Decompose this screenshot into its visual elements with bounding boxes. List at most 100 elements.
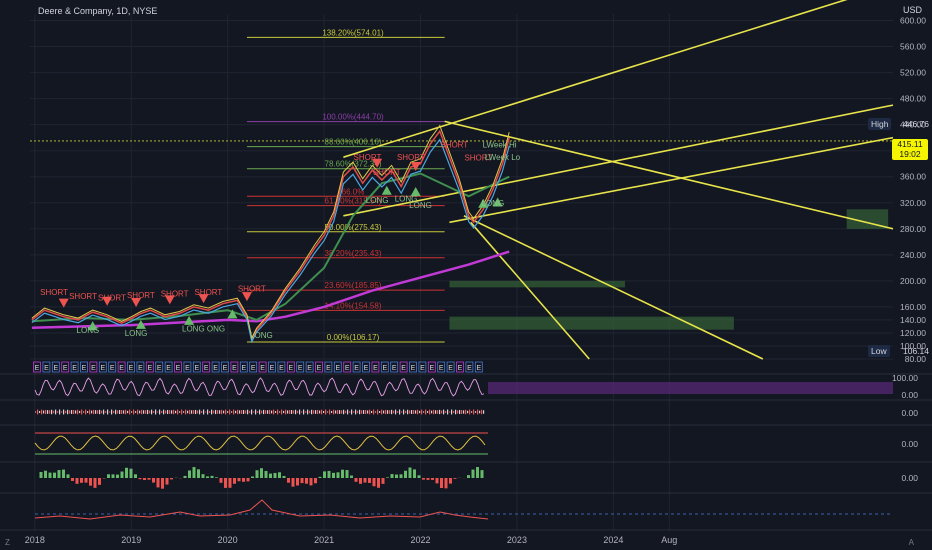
- panel2-bar: [433, 409, 435, 415]
- volume-marker: E: [364, 365, 369, 372]
- volume-marker: E: [185, 365, 190, 372]
- panel2-bar: [103, 409, 105, 415]
- timezone-toggle[interactable]: Z: [5, 538, 10, 547]
- panel2-bar: [299, 409, 301, 415]
- panel2-bar: [151, 409, 153, 415]
- panel2-bar: [399, 409, 401, 415]
- panel4-bar: [305, 478, 308, 484]
- panel2-bar: [455, 409, 457, 415]
- panel2-bar: [215, 409, 217, 415]
- fib-levels: 138.20%(574.01) 100.00%(444.70) 88.60%(406…: [30, 28, 893, 343]
- auto-scale-toggle[interactable]: A: [909, 538, 914, 547]
- panel4-bar: [107, 474, 110, 478]
- panel2-bar: [371, 410, 373, 414]
- panel2-bar: [191, 410, 193, 414]
- panel2-bar: [307, 409, 309, 415]
- panel2-bar: [263, 409, 265, 415]
- signal-label: SHORT: [161, 289, 189, 298]
- panel2-bar: [113, 410, 115, 414]
- panel2-bar: [405, 410, 407, 414]
- panel4-bar: [327, 470, 331, 478]
- panel2-bar: [477, 409, 479, 415]
- panel2-bar: [169, 410, 171, 414]
- panel2-bar: [267, 410, 269, 414]
- panel4-bar: [300, 478, 304, 484]
- panel2-bar: [155, 409, 157, 415]
- panel2-bar: [257, 411, 259, 413]
- panel2-bar: [119, 409, 121, 415]
- panel4-bar: [224, 478, 227, 488]
- panel2-bar: [355, 409, 357, 415]
- panel2-bar: [219, 410, 221, 414]
- panel2-bar: [217, 410, 219, 414]
- panel2-bar: [271, 410, 273, 414]
- signal-label: SHORT: [69, 292, 97, 301]
- panel2-bar: [251, 409, 253, 415]
- panel2-bar: [149, 410, 151, 414]
- signal-label: LWeek Hi: [483, 140, 517, 149]
- panel2-bar: [335, 410, 337, 414]
- panel2-bar: [319, 410, 321, 414]
- x-tick-label: Aug: [661, 535, 677, 545]
- panel2-bar: [187, 410, 189, 414]
- panel4-bar: [116, 474, 119, 478]
- panel2-bar: [357, 410, 359, 414]
- volume-marker: E: [241, 365, 246, 372]
- panel4-bar: [255, 470, 259, 478]
- panel2-bar: [481, 409, 483, 415]
- panel4-bar: [413, 469, 416, 478]
- chart-canvas[interactable]: 138.20%(574.01) 100.00%(444.70) 88.60%(406…: [0, 0, 932, 550]
- volume-marker: E: [392, 365, 397, 372]
- panel2-bar: [231, 411, 233, 413]
- panel4-bar: [476, 467, 479, 478]
- volume-marker: E: [119, 365, 124, 372]
- panel2-bar: [441, 410, 443, 414]
- panel2-bar: [83, 411, 85, 413]
- panel2-bar: [353, 411, 355, 413]
- signal-label: LONG: [366, 196, 389, 205]
- panel4-bar: [39, 471, 43, 478]
- osc-tick-label: 0.00: [901, 390, 918, 400]
- panel2-bar: [245, 410, 247, 414]
- panel2-bar: [339, 410, 341, 414]
- volume-marker: E: [354, 365, 359, 372]
- panel2-bar: [77, 409, 79, 415]
- panel2-bar: [323, 411, 325, 413]
- panel2-bar: [363, 410, 365, 414]
- panel2-bar: [265, 410, 267, 414]
- panel2-bar: [385, 409, 387, 415]
- panel2-bar: [137, 409, 139, 415]
- panel2-bar: [291, 410, 293, 414]
- y-tick-label: 520.00: [900, 68, 926, 78]
- volume-marker: E: [91, 365, 96, 372]
- panel4-bar: [336, 472, 340, 478]
- support-zone: [449, 316, 734, 330]
- panel4-bar: [309, 478, 313, 486]
- signal-label: SHORT: [373, 168, 401, 177]
- currency-label: USD: [902, 5, 922, 15]
- series: [31, 124, 510, 344]
- panel2-bar: [57, 411, 59, 413]
- panel4-bar: [314, 478, 317, 484]
- panel2-bar: [243, 409, 245, 415]
- high-value: 446.76: [903, 119, 929, 129]
- panel4-bar: [404, 470, 407, 478]
- panel2-bar: [315, 410, 317, 414]
- panel4-bar: [161, 478, 164, 489]
- volume-marker: E: [251, 365, 256, 372]
- panel2-bar: [425, 409, 427, 415]
- panel2-bar: [139, 410, 141, 414]
- fib-label: 0.00%(106.17): [327, 333, 380, 342]
- volume-marker: E: [176, 365, 181, 372]
- volume-marker: E: [100, 365, 105, 372]
- panel2-bar: [467, 410, 469, 414]
- panel2-bar: [39, 410, 41, 414]
- volume-marker: E: [82, 365, 87, 372]
- short-marker: [241, 292, 252, 302]
- panel2-bar: [45, 409, 47, 415]
- panel2-bar: [41, 409, 43, 415]
- panel2-bar: [177, 409, 179, 415]
- panel2-bar: [255, 409, 257, 415]
- x-tick-label: 2019: [121, 535, 141, 545]
- panel2-bar: [161, 410, 163, 414]
